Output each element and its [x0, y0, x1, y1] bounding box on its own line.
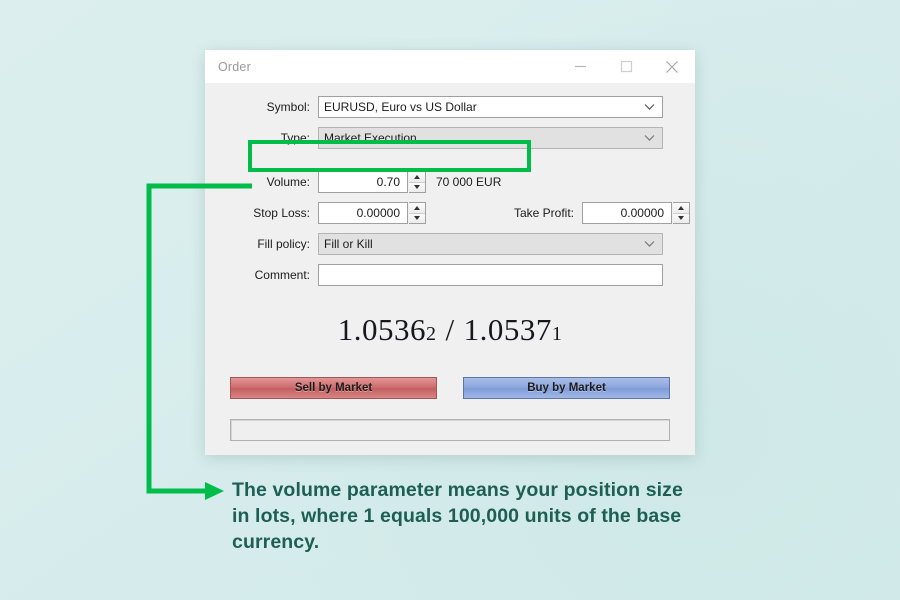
bid-price: 1.0536	[337, 312, 426, 347]
type-select[interactable]: Market Execution	[318, 127, 663, 149]
stop-loss-stepper-up[interactable]	[409, 203, 425, 214]
symbol-label: Symbol:	[266, 100, 310, 114]
annotation-caption: The volume parameter means your position…	[232, 477, 777, 555]
maximize-icon[interactable]	[603, 50, 649, 83]
comment-input[interactable]	[318, 264, 663, 286]
annotation-line-1-text: The volume parameter means your position…	[232, 479, 683, 501]
symbol-row: Symbol: EURUSD, Euro vs US Dollar	[205, 96, 695, 118]
close-icon[interactable]	[649, 50, 695, 83]
take-profit-input[interactable]: 0.00000	[582, 202, 672, 224]
stop-loss-label: Stop Loss:	[253, 206, 310, 220]
take-profit-value: 0.00000	[620, 206, 664, 220]
volume-stepper-down[interactable]	[409, 182, 425, 192]
window-controls	[557, 50, 695, 83]
take-profit-stepper-down[interactable]	[673, 213, 689, 223]
page-background: Order Symbol: EURUSD, Euro vs US Dollar	[0, 0, 900, 600]
stop-loss-value: 0.00000	[356, 206, 400, 220]
price-quote: 1.05362 /1.05371	[205, 312, 695, 348]
take-profit-label: Take Profit:	[513, 206, 574, 220]
volume-label: Volume:	[266, 175, 310, 189]
triangle-up-icon	[678, 205, 684, 210]
type-value: Market Execution	[324, 131, 417, 145]
triangle-down-icon	[414, 185, 420, 190]
chevron-down-icon	[644, 135, 655, 141]
comment-row: Comment:	[205, 264, 695, 286]
dialog-titlebar: Order	[205, 50, 695, 83]
status-bar	[230, 419, 670, 441]
stop-loss-stepper[interactable]	[409, 202, 426, 224]
fill-policy-label: Fill policy:	[257, 237, 310, 251]
annotation-lot-value: 1	[363, 505, 375, 527]
annotation-line-3-text: currency.	[232, 531, 320, 553]
ask-pip: 1	[551, 323, 563, 345]
chevron-down-icon	[644, 104, 655, 110]
take-profit-stepper[interactable]	[673, 202, 690, 224]
triangle-up-icon	[414, 205, 420, 210]
stop-loss-stepper-down[interactable]	[409, 213, 425, 223]
order-dialog: Order Symbol: EURUSD, Euro vs US Dollar	[205, 50, 695, 455]
volume-row: Volume: 0.70 70 000 EUR	[205, 171, 695, 193]
symbol-value: EURUSD, Euro vs US Dollar	[324, 100, 477, 114]
stoploss-takeprofit-row: Stop Loss: 0.00000 Take Profit: 0.00000	[205, 202, 695, 224]
fill-policy-value: Fill or Kill	[324, 237, 373, 251]
bid-pip: 2	[425, 323, 437, 345]
triangle-up-icon	[414, 174, 420, 179]
ask-price: 1.0537	[463, 312, 552, 347]
annotation-line-1: The volume parameter means your position…	[232, 477, 777, 503]
dialog-title: Order	[218, 59, 251, 74]
order-form: Symbol: EURUSD, Euro vs US Dollar Type: …	[205, 83, 695, 455]
annotation-line-2-a: in lots, where	[232, 505, 364, 527]
chevron-down-icon	[644, 241, 655, 247]
triangle-down-icon	[678, 216, 684, 221]
sell-by-market-button[interactable]: Sell by Market	[230, 377, 437, 399]
buy-by-market-button[interactable]: Buy by Market	[463, 377, 670, 399]
volume-currency-amount: 70 000 EUR	[436, 175, 502, 189]
quote-separator: /	[445, 312, 455, 347]
triangle-down-icon	[414, 216, 420, 221]
take-profit-stepper-up[interactable]	[673, 203, 689, 214]
annotation-units-value: 100,000	[447, 505, 520, 527]
minimize-icon[interactable]	[557, 50, 603, 83]
fill-policy-row: Fill policy: Fill or Kill	[205, 233, 695, 255]
volume-stepper-up[interactable]	[409, 172, 425, 183]
comment-label: Comment:	[254, 268, 310, 282]
annotation-line-2-e: units of the base	[519, 505, 682, 527]
annotation-line-2: in lots, where 1 equals 100,000 units of…	[232, 503, 777, 529]
arrowhead-icon	[205, 482, 224, 500]
annotation-line-3: currency.	[232, 529, 777, 555]
volume-stepper[interactable]	[409, 171, 426, 193]
fill-policy-select[interactable]: Fill or Kill	[318, 233, 663, 255]
type-label: Type:	[280, 131, 310, 145]
symbol-select[interactable]: EURUSD, Euro vs US Dollar	[318, 96, 663, 118]
annotation-line-2-c: equals	[374, 505, 448, 527]
type-row: Type: Market Execution	[205, 127, 695, 149]
order-actions: Sell by Market Buy by Market	[205, 377, 695, 399]
volume-input[interactable]: 0.70	[318, 171, 408, 193]
stop-loss-input[interactable]: 0.00000	[318, 202, 408, 224]
volume-value: 0.70	[376, 175, 400, 189]
